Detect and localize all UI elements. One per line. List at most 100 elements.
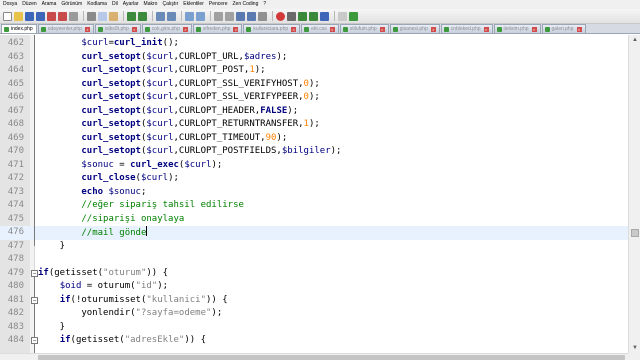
cut-icon[interactable] xyxy=(87,11,96,21)
redo-icon[interactable] xyxy=(138,11,147,21)
code-editor[interactable]: 462 $curl=curl_init(); 463 curl_setopt($c… xyxy=(0,35,628,353)
vertical-scroll-thumb[interactable] xyxy=(631,229,639,237)
line-code[interactable]: curl_close($curl); xyxy=(38,172,179,186)
tab-close-icon[interactable]: × xyxy=(430,26,436,32)
line-code[interactable]: $oid = oturum("id"); xyxy=(38,280,168,294)
code-line[interactable]: 475 //siparişi onaylaya xyxy=(0,213,628,227)
editor-tab[interactable]: index.php xyxy=(1,24,37,33)
tab-close-icon[interactable]: × xyxy=(84,26,90,32)
fold-toggle-icon[interactable]: − xyxy=(31,337,38,344)
code-line[interactable]: 473 echo $sonuc; xyxy=(0,186,628,200)
code-line[interactable]: 464 curl_setopt($curl,CURLOPT_POST,1); xyxy=(0,64,628,78)
line-code[interactable]: //siparişi onaylaya xyxy=(38,213,184,227)
code-line[interactable]: 465 curl_setopt($curl,CURLOPT_SSL_VERIFY… xyxy=(0,78,628,92)
line-code[interactable]: if(!oturumisset("kullanici")) { xyxy=(38,294,228,308)
line-code[interactable]: } xyxy=(38,240,65,254)
macro-play-icon[interactable] xyxy=(298,11,307,21)
code-line[interactable]: 478 xyxy=(0,253,628,267)
print-icon[interactable] xyxy=(69,11,78,21)
show-all-chars-icon[interactable] xyxy=(247,11,256,21)
editor-tab[interactable]: galeri.php × xyxy=(541,24,586,33)
line-code[interactable]: //eğer sipariş tahsil edilirse xyxy=(38,199,244,213)
line-code[interactable]: //mail gönde xyxy=(38,226,148,241)
word-wrap-icon[interactable] xyxy=(236,11,245,21)
line-code[interactable]: $sonuc = curl_exec($curl); xyxy=(38,159,222,173)
line-code[interactable]: curl_setopt($curl,CURLOPT_URL,$adres); xyxy=(38,51,287,65)
line-code[interactable]: curl_setopt($curl,CURLOPT_SSL_VERIFYPEER… xyxy=(38,91,319,105)
macro-stop-icon[interactable] xyxy=(287,11,296,21)
code-line[interactable]: 482 yonlendir("?sayfa=odeme"); xyxy=(0,307,628,321)
code-line[interactable]: 480 $oid = oturum("id"); xyxy=(0,280,628,294)
save-all-icon[interactable] xyxy=(36,11,45,21)
code-line[interactable]: 484 if(getisset("adresEkle")) { xyxy=(0,334,628,348)
code-line[interactable]: 472 curl_close($curl); xyxy=(0,172,628,186)
tab-close-icon[interactable]: × xyxy=(531,26,537,32)
tab-close-icon[interactable]: × xyxy=(233,26,239,32)
find-icon[interactable] xyxy=(156,11,165,21)
close-icon[interactable] xyxy=(47,11,56,21)
editor-tab[interactable]: islbs9t.php × xyxy=(94,24,141,33)
editor-tab[interactable]: odeyeenler.php × xyxy=(37,24,94,33)
code-line[interactable]: 479 if(getisset("oturum")) { xyxy=(0,267,628,281)
editor-tab[interactable]: ekt.css × xyxy=(301,24,339,33)
menu-item[interactable]: Eklentiler xyxy=(183,0,204,9)
code-line[interactable]: 474 //eğer sipariş tahsil edilirse xyxy=(0,199,628,213)
macro-play-multiple-icon[interactable] xyxy=(309,11,318,21)
menu-item[interactable]: Dil xyxy=(112,0,118,9)
menu-item[interactable]: Makro xyxy=(144,0,158,9)
menu-item[interactable]: Görünüm xyxy=(61,0,82,9)
paste-icon[interactable] xyxy=(109,11,118,21)
menu-item[interactable]: Zen Coding xyxy=(233,0,259,9)
line-code[interactable]: curl_setopt($curl,CURLOPT_POST,1); xyxy=(38,64,265,78)
code-line[interactable]: 481 if(!oturumisset("kullanici")) { xyxy=(0,294,628,308)
sync-vertical-icon[interactable] xyxy=(214,11,223,21)
macro-record-icon[interactable] xyxy=(276,11,285,21)
tab-close-icon[interactable]: × xyxy=(576,26,582,32)
line-code[interactable]: curl_setopt($curl,CURLOPT_SSL_VERIFYHOST… xyxy=(38,78,319,92)
line-code[interactable]: if(getisset("oturum")) { xyxy=(38,267,168,281)
sync-horizontal-icon[interactable] xyxy=(225,11,234,21)
fold-toggle-icon[interactable]: − xyxy=(31,269,38,277)
code-line[interactable]: 477 } xyxy=(0,240,628,254)
editor-tab[interactable]: iletisim.php × xyxy=(493,24,541,33)
function-list-icon[interactable] xyxy=(349,11,358,21)
line-code[interactable]: $curl=curl_init(); xyxy=(38,37,179,51)
menu-item[interactable]: Pencere xyxy=(209,0,228,9)
code-line[interactable]: 471 $sonuc = curl_exec($curl); xyxy=(0,159,628,173)
tab-close-icon[interactable]: × xyxy=(131,26,137,32)
macro-save-icon[interactable] xyxy=(320,11,329,21)
editor-tab[interactable]: sifreden.php × xyxy=(192,24,243,33)
save-icon[interactable] xyxy=(25,11,34,21)
menu-item[interactable]: ? xyxy=(263,0,266,9)
code-line[interactable]: 463 curl_setopt($curl,CURLOPT_URL,$adres… xyxy=(0,51,628,65)
close-all-icon[interactable] xyxy=(58,11,67,21)
copy-icon[interactable] xyxy=(98,11,107,21)
spellcheck-icon[interactable] xyxy=(338,11,347,21)
scroll-down-icon[interactable]: ▼ xyxy=(630,343,640,353)
code-line[interactable]: 476 //mail gönde xyxy=(0,226,628,240)
line-code[interactable]: curl_setopt($curl,CURLOPT_HEADER,FALSE); xyxy=(38,105,298,119)
code-line[interactable]: 470 curl_setopt($curl,CURLOPT_POSTFIELDS… xyxy=(0,145,628,159)
line-code[interactable]: } xyxy=(38,321,65,335)
tab-close-icon[interactable]: × xyxy=(379,26,385,32)
tab-close-icon[interactable]: × xyxy=(291,26,297,32)
line-code[interactable]: echo $sonuc; xyxy=(38,186,146,200)
open-file-icon[interactable] xyxy=(14,11,23,21)
tab-close-icon[interactable]: × xyxy=(182,26,188,32)
menu-item[interactable]: Düzen xyxy=(22,0,36,9)
code-line[interactable]: 469 curl_setopt($curl,CURLOPT_TIMEOUT,90… xyxy=(0,132,628,146)
vertical-scrollbar[interactable]: ▲ ▼ xyxy=(628,35,640,353)
horizontal-scroll-thumb[interactable] xyxy=(38,355,625,360)
replace-icon[interactable] xyxy=(167,11,176,21)
tab-close-icon[interactable]: × xyxy=(483,26,489,32)
menu-item[interactable]: Çalıştır xyxy=(162,0,178,9)
editor-tab[interactable]: cnbleked.php × xyxy=(440,24,493,33)
undo-icon[interactable] xyxy=(127,11,136,21)
code-line[interactable]: 466 curl_setopt($curl,CURLOPT_SSL_VERIFY… xyxy=(0,91,628,105)
line-code[interactable]: if(getisset("adresEkle")) { xyxy=(38,334,206,348)
editor-tab[interactable]: cok.giris.php × xyxy=(141,24,192,33)
line-code[interactable]: curl_setopt($curl,CURLOPT_RETURNTRANSFER… xyxy=(38,118,319,132)
code-line[interactable]: 462 $curl=curl_init(); xyxy=(0,37,628,51)
line-code[interactable]: yonlendir("?sayfa=odeme"); xyxy=(38,307,222,321)
editor-tab[interactable]: stilufum.php × xyxy=(339,24,389,33)
